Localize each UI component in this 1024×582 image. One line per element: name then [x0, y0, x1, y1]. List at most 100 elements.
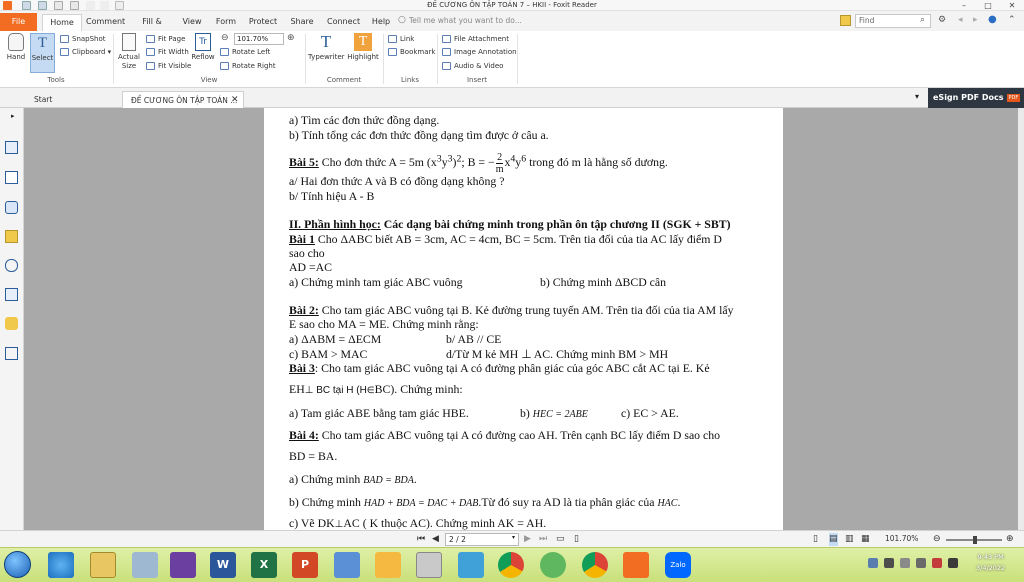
- audio-video-button[interactable]: Audio & Video: [442, 60, 503, 72]
- tab-fill-sign[interactable]: Fill & Sign: [133, 14, 171, 42]
- chrome-icon[interactable]: [498, 552, 524, 578]
- gear-icon[interactable]: ⚙: [938, 15, 946, 25]
- continuous-facing-icon[interactable]: ▦: [861, 533, 870, 546]
- volume-icon[interactable]: [916, 558, 926, 568]
- link-button[interactable]: Link: [388, 33, 414, 45]
- tab-document-active[interactable]: ĐỀ CƯƠNG ÔN TẬP TOÁN ... ✕: [122, 91, 244, 108]
- select-tool-button[interactable]: T Select: [30, 33, 55, 73]
- typewriter-button[interactable]: T Typewriter: [308, 33, 345, 62]
- vertical-scrollbar[interactable]: [1018, 108, 1024, 530]
- back-icon[interactable]: ◂: [958, 15, 963, 25]
- clipboard-label: Clipboard: [72, 48, 106, 56]
- find-folder-icon[interactable]: [840, 15, 851, 26]
- tab-connect[interactable]: Connect: [327, 14, 360, 31]
- tab-home[interactable]: Home: [42, 14, 82, 31]
- ribbon-options-icon[interactable]: ⌃: [1008, 15, 1016, 25]
- first-page-icon[interactable]: ⏮: [417, 533, 425, 546]
- snapshot-button[interactable]: SnapShot: [60, 33, 106, 45]
- explorer-icon[interactable]: [90, 552, 116, 578]
- attachments-panel-icon[interactable]: [5, 259, 18, 272]
- bookmarks-panel-icon[interactable]: [5, 141, 18, 154]
- last-page-icon[interactable]: ⏭: [539, 533, 547, 546]
- paint-icon[interactable]: [416, 552, 442, 578]
- tray-icon[interactable]: [868, 558, 878, 568]
- prev-page-icon[interactable]: ◀: [432, 533, 439, 546]
- tab-form[interactable]: Form: [214, 14, 238, 31]
- ie-icon[interactable]: [48, 552, 74, 578]
- notification-icon[interactable]: ●: [988, 14, 997, 25]
- zoom-select[interactable]: 101.70%: [234, 33, 284, 45]
- fit-visible-button[interactable]: Fit Visible: [146, 60, 191, 72]
- layers-panel-icon[interactable]: [5, 201, 18, 214]
- facing-page-icon[interactable]: ▥: [845, 533, 854, 546]
- actual-size-button[interactable]: Actual Size: [117, 33, 141, 71]
- excel-icon[interactable]: X: [251, 552, 277, 578]
- tool-icon[interactable]: [334, 552, 360, 578]
- pages-panel-icon[interactable]: [5, 171, 18, 184]
- zoom-out-icon[interactable]: ⊖: [221, 33, 229, 43]
- zoom-in-status-icon[interactable]: ⊕: [1006, 533, 1014, 546]
- hand-tool-button[interactable]: Hand: [4, 33, 28, 62]
- fit-page-button[interactable]: Fit Page: [146, 33, 185, 45]
- explorer-2-icon[interactable]: [132, 552, 158, 578]
- tab-list-dropdown-icon[interactable]: ▾: [915, 92, 919, 101]
- clipboard-button[interactable]: Clipboard ▾: [60, 46, 111, 58]
- next-page-icon[interactable]: ▶: [524, 533, 531, 546]
- expand-panel-icon[interactable]: ▸: [11, 112, 15, 120]
- highlight-button[interactable]: T Highlight: [347, 33, 379, 62]
- tab-protect[interactable]: Protect: [248, 14, 278, 31]
- tab-share[interactable]: Share: [290, 14, 314, 31]
- close-button[interactable]: ✕: [1000, 0, 1024, 11]
- close-tab-icon[interactable]: ✕: [231, 92, 239, 109]
- continuous-page-icon[interactable]: ▤: [829, 533, 838, 546]
- bookmark-label: Bookmark: [400, 48, 436, 56]
- tab-start[interactable]: Start: [26, 91, 116, 108]
- fit-window-icon[interactable]: ▭: [556, 533, 565, 546]
- tab-comment[interactable]: Comment: [86, 14, 125, 31]
- zoom-slider[interactable]: [946, 536, 1002, 544]
- esign-banner[interactable]: eSign PDF Docs PDF: [928, 88, 1024, 108]
- comments-panel-icon[interactable]: [5, 230, 18, 243]
- start-orb-icon[interactable]: [4, 551, 31, 578]
- image-annotation-button[interactable]: Image Annotation: [442, 46, 517, 58]
- tell-me-search[interactable]: Tell me what you want to do...: [409, 16, 522, 25]
- taskbar-clock[interactable]: 9:43 PM 3/4/2022: [976, 552, 1005, 574]
- rotate-right-button[interactable]: Rotate Right: [220, 60, 276, 72]
- calculator-icon[interactable]: [458, 552, 484, 578]
- zalo-icon[interactable]: Zalo: [665, 552, 691, 578]
- page-number-input[interactable]: 2 / 2: [445, 533, 519, 546]
- zoom-slider-knob[interactable]: [973, 536, 977, 544]
- maximize-button[interactable]: □: [976, 0, 1000, 11]
- actual-size-icon[interactable]: ▯: [574, 533, 579, 546]
- tab-file[interactable]: File: [0, 13, 37, 31]
- chrome-2-icon[interactable]: [582, 552, 608, 578]
- tray-icon[interactable]: [884, 558, 894, 568]
- visual-studio-icon[interactable]: [170, 552, 196, 578]
- foxit-app-icon[interactable]: [375, 552, 401, 578]
- signatures-panel-icon[interactable]: [5, 288, 18, 301]
- minimize-button[interactable]: –: [952, 0, 976, 11]
- tab-help[interactable]: Help: [371, 14, 391, 31]
- language-icon[interactable]: [948, 558, 958, 568]
- content-panel-icon[interactable]: [5, 347, 18, 360]
- page-dropdown-icon[interactable]: ▾: [512, 534, 515, 541]
- bookmark-button[interactable]: Bookmark: [388, 46, 435, 58]
- security-lock-icon[interactable]: [5, 317, 18, 330]
- file-attachment-button[interactable]: File Attachment: [442, 33, 509, 45]
- app-icon[interactable]: [540, 552, 566, 578]
- search-icon[interactable]: ⌕: [920, 15, 925, 25]
- rotate-left-button[interactable]: Rotate Left: [220, 46, 270, 58]
- single-page-icon[interactable]: ▯: [813, 533, 818, 546]
- fit-width-button[interactable]: Fit Width: [146, 46, 189, 58]
- document-viewport[interactable]: a) Tìm các đơn thức đồng dạng. b) Tính t…: [24, 108, 1018, 530]
- zoom-out-status-icon[interactable]: ⊖: [933, 533, 941, 546]
- foxit-reader-icon[interactable]: [623, 552, 649, 578]
- forward-icon[interactable]: ▸: [973, 15, 978, 25]
- zoom-in-icon[interactable]: ⊕: [287, 33, 295, 43]
- tab-view[interactable]: View: [181, 14, 203, 31]
- reflow-button[interactable]: Tr Reflow: [191, 33, 215, 62]
- word-icon[interactable]: W: [210, 552, 236, 578]
- powerpoint-icon[interactable]: P: [292, 552, 318, 578]
- network-icon[interactable]: [900, 558, 910, 568]
- tray-icon[interactable]: [932, 558, 942, 568]
